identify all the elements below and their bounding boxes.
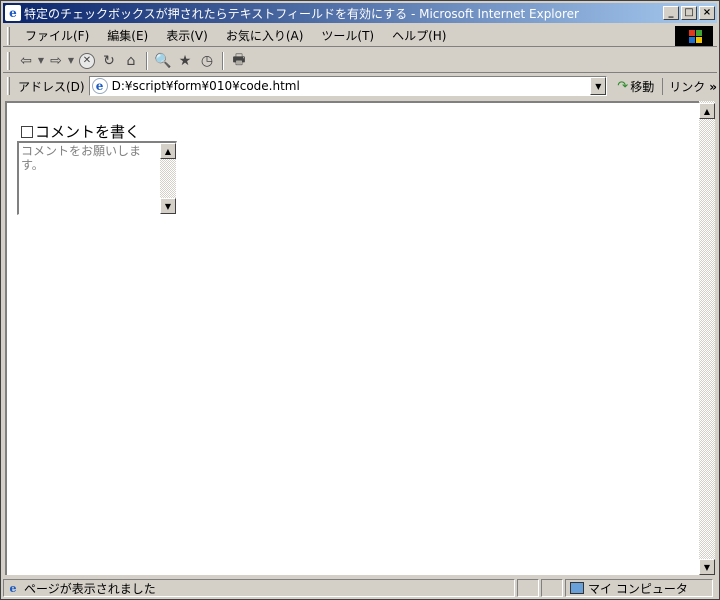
address-url[interactable]: D:¥script¥form¥010¥code.html bbox=[112, 79, 300, 93]
comment-placeholder: コメントをお願いします。 bbox=[21, 144, 142, 172]
textarea-scroll-down-button: ▼ bbox=[160, 198, 176, 214]
menu-grip[interactable] bbox=[7, 26, 10, 45]
print-button[interactable]: 🖶 bbox=[228, 51, 250, 71]
security-zone: マイ コンピュータ bbox=[565, 579, 713, 597]
menu-file[interactable]: ファイル(F) bbox=[16, 25, 98, 46]
go-button[interactable]: ↷ 移動 bbox=[617, 78, 654, 95]
toolbar-separator bbox=[146, 51, 148, 70]
go-arrow-icon: ↷ bbox=[617, 78, 629, 94]
refresh-button[interactable]: ↻ bbox=[98, 51, 120, 71]
scroll-up-button[interactable]: ▲ bbox=[699, 103, 715, 119]
toolbar-grip[interactable] bbox=[7, 51, 10, 70]
comment-checkbox-label[interactable]: コメントを書く bbox=[35, 121, 140, 142]
scroll-down-button[interactable]: ▼ bbox=[699, 559, 715, 575]
title-bar[interactable]: e 特定のチェックボックスが押されたらテキストフィールドを有効にする - Mic… bbox=[3, 3, 717, 23]
textarea-scrollbar: ▲ ▼ bbox=[160, 143, 176, 214]
page-content: コメントを書く コメントをお願いします。 ▲ ▼ bbox=[5, 101, 699, 575]
address-bar: アドレス(D) e D:¥script¥form¥010¥code.html ▼… bbox=[3, 75, 717, 97]
status-text: ページが表示されました bbox=[24, 581, 156, 596]
textarea-scroll-up-button: ▲ bbox=[160, 143, 176, 159]
ie-page-icon: e bbox=[9, 581, 17, 595]
computer-icon bbox=[570, 582, 584, 594]
zone-label: マイ コンピュータ bbox=[588, 581, 688, 596]
history-button[interactable]: ◷ bbox=[196, 51, 218, 71]
stop-icon: ✕ bbox=[79, 52, 95, 69]
status-cell bbox=[541, 579, 563, 597]
browser-window: e 特定のチェックボックスが押されたらテキストフィールドを有効にする - Mic… bbox=[0, 0, 720, 600]
minimize-button[interactable]: _ bbox=[663, 6, 679, 20]
address-input[interactable]: e D:¥script¥form¥010¥code.html ▼ bbox=[88, 76, 608, 96]
search-button[interactable]: 🔍 bbox=[152, 51, 174, 71]
menu-favorites[interactable]: お気に入り(A) bbox=[217, 25, 313, 46]
maximize-button[interactable]: □ bbox=[681, 6, 697, 20]
forward-button[interactable]: ⇨ bbox=[46, 51, 66, 71]
address-label: アドレス(D) bbox=[17, 79, 85, 94]
status-cell bbox=[517, 579, 539, 597]
chevron-icon[interactable]: » bbox=[709, 80, 717, 94]
comment-textarea: コメントをお願いします。 ▲ ▼ bbox=[17, 141, 177, 215]
address-dropdown-button[interactable]: ▼ bbox=[590, 77, 607, 95]
menu-tools[interactable]: ツール(T) bbox=[312, 25, 383, 46]
comment-checkbox[interactable] bbox=[21, 125, 33, 138]
close-button[interactable]: × bbox=[699, 6, 715, 20]
status-main: e ページが表示されました bbox=[3, 579, 515, 597]
toolbar-separator bbox=[222, 51, 224, 70]
stop-button[interactable]: ✕ bbox=[76, 51, 98, 71]
forward-dropdown[interactable]: ▼ bbox=[66, 51, 76, 71]
ie-icon: e bbox=[5, 5, 21, 21]
page-icon: e bbox=[91, 78, 108, 94]
menu-edit[interactable]: 編集(E) bbox=[98, 25, 157, 46]
menu-help[interactable]: ヘルプ(H) bbox=[383, 25, 455, 46]
links-button[interactable]: リンク» bbox=[662, 77, 717, 95]
address-grip[interactable] bbox=[7, 77, 10, 95]
status-bar: e ページが表示されました マイ コンピュータ bbox=[3, 578, 717, 598]
favorites-button[interactable]: ★ bbox=[174, 51, 196, 71]
home-button[interactable]: ⌂ bbox=[120, 51, 142, 71]
back-dropdown[interactable]: ▼ bbox=[36, 51, 46, 71]
window-title: 特定のチェックボックスが押されたらテキストフィールドを有効にする - Micro… bbox=[24, 6, 579, 21]
page-scrollbar[interactable]: ▲ ▼ bbox=[699, 101, 715, 575]
comment-checkbox-row: コメントを書く bbox=[21, 121, 140, 142]
standard-toolbar: ⇦ ▼ ⇨ ▼ ✕ ↻ ⌂ 🔍 ★ ◷ 🖶 bbox=[3, 49, 717, 73]
menu-bar: ファイル(F) 編集(E) 表示(V) お気に入り(A) ツール(T) ヘルプ(… bbox=[3, 25, 717, 47]
windows-logo-icon bbox=[675, 26, 713, 46]
back-button[interactable]: ⇦ bbox=[16, 51, 36, 71]
go-label: 移動 bbox=[630, 79, 655, 94]
menu-view[interactable]: 表示(V) bbox=[157, 25, 217, 46]
links-label: リンク bbox=[669, 79, 706, 94]
